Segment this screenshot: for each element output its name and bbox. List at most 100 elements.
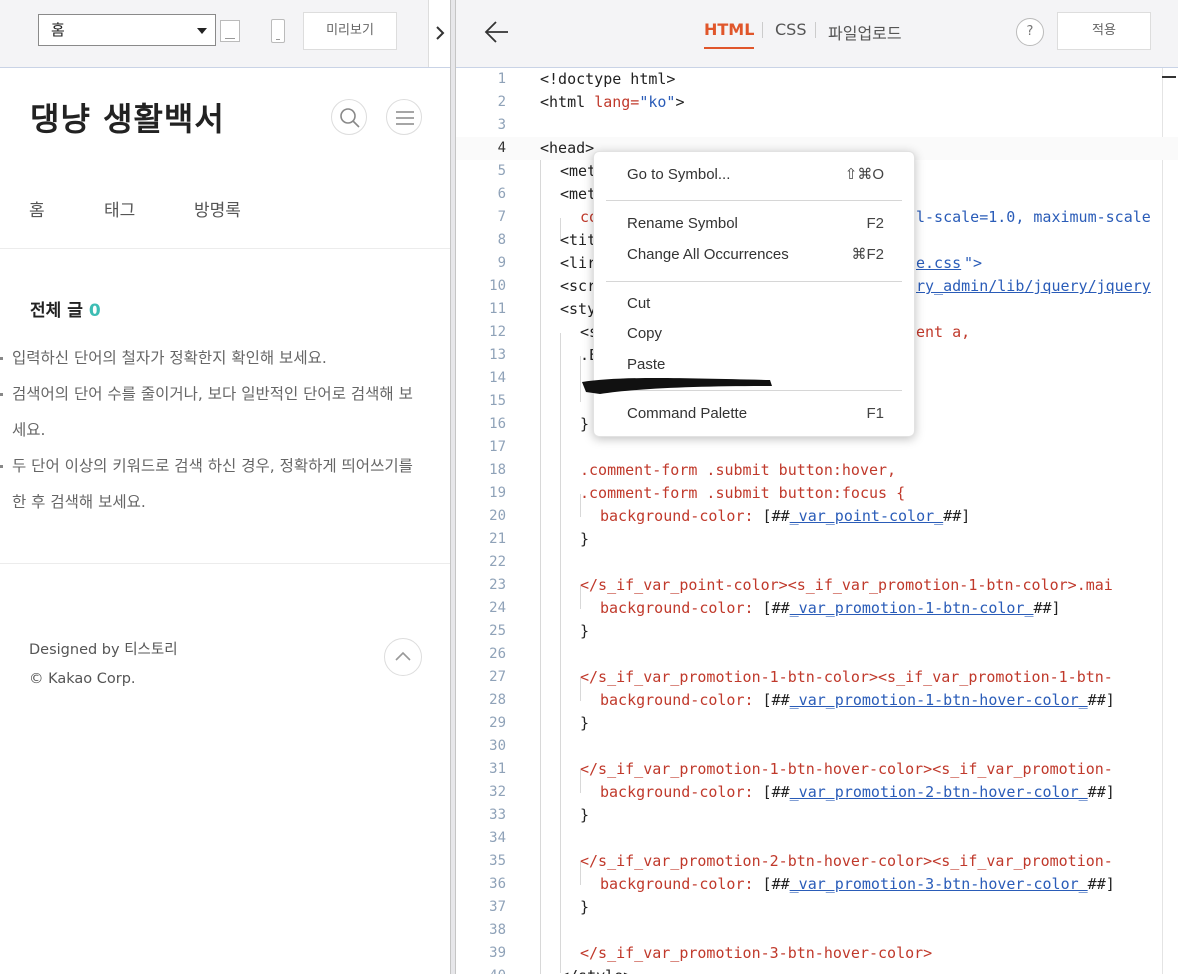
line-number: 23 xyxy=(489,577,506,593)
code-text: <met xyxy=(560,162,597,180)
tab-css[interactable]: CSS xyxy=(775,20,806,39)
line-number: 25 xyxy=(489,623,506,639)
preview-toolbar: 홈 미리보기 xyxy=(0,0,451,68)
menu-item-command-palette[interactable]: Command Palette F1 xyxy=(627,403,884,425)
line-number: 1 xyxy=(497,71,506,87)
apply-button[interactable]: 적용 xyxy=(1057,12,1151,50)
menu-item-label: Paste xyxy=(627,356,666,373)
code-line: 30 xyxy=(456,735,1178,758)
line-number: 13 xyxy=(489,347,506,363)
code-text: .comment-form .submit button:focus { xyxy=(580,484,906,502)
preview-panel: 홈 미리보기 댕냥 생활백서 홈 태그 방명록 전체 글0 입력하신 단어의 철… xyxy=(0,0,451,974)
code-token: ##] xyxy=(1087,691,1115,709)
code-token: _var_promotion-2-btn-hover-color_ xyxy=(789,783,1088,801)
line-number: 22 xyxy=(489,554,506,570)
editor-panel: HTML CSS 파일업로드 ? 적용 1 <!doctype html> 2 <h… xyxy=(456,0,1178,974)
nav-item-guestbook[interactable]: 방명록 xyxy=(194,196,241,221)
code-text: background-color: [##_var_promotion-3-bt… xyxy=(600,873,1115,896)
code-line: 3 xyxy=(456,114,1178,137)
menu-item-shortcut: F1 xyxy=(866,405,884,422)
line-number: 8 xyxy=(497,232,506,248)
code-token: lang= xyxy=(594,93,640,111)
code-line: 1 <!doctype html> xyxy=(456,68,1178,91)
line-number: 34 xyxy=(489,830,506,846)
collapse-panel-button[interactable] xyxy=(428,0,451,67)
redaction-scribble xyxy=(582,378,772,394)
hamburger-icon xyxy=(396,111,414,125)
code-text: </style> xyxy=(560,965,632,974)
code-line: 32 background-color: [##_var_promotion-2-… xyxy=(456,781,1178,804)
line-number: 9 xyxy=(497,255,506,271)
tab-html[interactable]: HTML xyxy=(704,20,755,49)
code-line: 24 background-color: [##_var_promotion-1-… xyxy=(456,597,1178,620)
line-number: 6 xyxy=(497,186,506,202)
tab-file-upload[interactable]: 파일업로드 xyxy=(828,20,902,44)
mobile-view-icon[interactable] xyxy=(271,19,285,43)
code-token: _var_promotion-3-btn-hover-color_ xyxy=(789,875,1088,893)
copyright: © Kakao Corp. xyxy=(29,671,136,687)
code-text: <head> xyxy=(540,139,595,157)
code-text: <html lang="ko"> xyxy=(540,91,685,114)
blog-title[interactable]: 댕냥 생활백서 xyxy=(30,94,225,140)
line-number: 31 xyxy=(489,761,506,777)
code-text: ent a, xyxy=(916,323,971,341)
code-token: [## xyxy=(753,783,790,801)
code-text: .comment-form .submit button:hover, xyxy=(580,461,897,479)
line-number: 7 xyxy=(497,209,506,225)
code-text: background-color: [##_var_promotion-1-bt… xyxy=(600,597,1061,620)
code-line: 25} xyxy=(456,620,1178,643)
scroll-top-button[interactable] xyxy=(384,638,422,676)
nav-item-home[interactable]: 홈 xyxy=(29,196,45,221)
code-line: 18 .comment-form .submit button:hover, xyxy=(456,459,1178,482)
line-number: 24 xyxy=(489,600,506,616)
code-text: "> xyxy=(964,254,983,272)
menu-item-shortcut: F2 xyxy=(866,215,884,232)
line-number: 29 xyxy=(489,715,506,731)
code-token: _var_promotion-1-btn-hover-color_ xyxy=(789,691,1088,709)
all-posts-label: 전체 글 xyxy=(30,301,83,321)
preview-button[interactable]: 미리보기 xyxy=(303,12,397,50)
code-token: <html xyxy=(540,93,595,111)
menu-item-go-to-symbol[interactable]: Go to Symbol... ⇧⌘O xyxy=(627,164,884,186)
search-tip-text: 입력하신 단어의 철자가 정확한지 확인해 보세요. xyxy=(12,349,327,367)
pc-view-icon[interactable] xyxy=(220,20,240,42)
search-button[interactable] xyxy=(331,99,367,135)
code-line: 34 xyxy=(456,827,1178,850)
line-number: 30 xyxy=(489,738,506,754)
line-number: 39 xyxy=(489,945,506,961)
code-token: ##] xyxy=(943,507,971,525)
code-line: 36 background-color: [##_var_promotion-3-… xyxy=(456,873,1178,896)
code-token: background-color: xyxy=(600,599,754,617)
nav-item-tags[interactable]: 태그 xyxy=(104,196,135,221)
search-tip-text: 두 단어 이상의 키워드로 검색 하신 경우, 정확하게 띄어쓰기를 xyxy=(12,457,413,475)
code-text: </s_if_var_promotion-1-btn-hover-color><… xyxy=(580,760,1113,778)
menu-item-shortcut: ⇧⌘O xyxy=(844,166,884,183)
menu-item-rename-symbol[interactable]: Rename Symbol F2 xyxy=(627,213,884,235)
menu-button[interactable] xyxy=(386,99,422,135)
designed-by[interactable]: Designed by 티스토리 xyxy=(29,638,178,659)
back-arrow-icon[interactable] xyxy=(484,19,510,45)
code-text: } xyxy=(580,530,590,548)
code-text: <!doctype html> xyxy=(540,70,676,88)
code-line: 28 background-color: [##_var_promotion-1-… xyxy=(456,689,1178,712)
search-tip-text: 검색어의 단어 수를 줄이거나, 보다 일반적인 단어로 검색해 보 xyxy=(12,385,413,403)
code-text: </s_if_var_promotion-1-btn-color><s_if_v… xyxy=(580,668,1113,686)
code-text: background-color: [##_var_promotion-2-bt… xyxy=(600,781,1115,804)
all-posts-heading: 전체 글0 xyxy=(30,296,101,321)
line-number: 38 xyxy=(489,922,506,938)
code-token: background-color: xyxy=(600,875,754,893)
code-line: 26 xyxy=(456,643,1178,666)
code-text: <met xyxy=(560,185,597,203)
page-select[interactable]: 홈 xyxy=(38,14,216,46)
menu-item-change-all-occurrences[interactable]: Change All Occurrences ⌘F2 xyxy=(627,244,884,266)
code-text: <lir xyxy=(560,254,597,272)
line-number: 15 xyxy=(489,393,506,409)
code-line: 38 xyxy=(456,919,1178,942)
menu-item-cut[interactable]: Cut xyxy=(627,293,884,315)
code-token: [## xyxy=(753,875,790,893)
line-number: 2 xyxy=(497,94,506,110)
line-number: 36 xyxy=(489,876,506,892)
code-line: 27 </s_if_var_promotion-1-btn-color><s_if… xyxy=(456,666,1178,689)
help-button[interactable]: ? xyxy=(1016,18,1044,46)
menu-item-copy[interactable]: Copy xyxy=(627,323,884,345)
